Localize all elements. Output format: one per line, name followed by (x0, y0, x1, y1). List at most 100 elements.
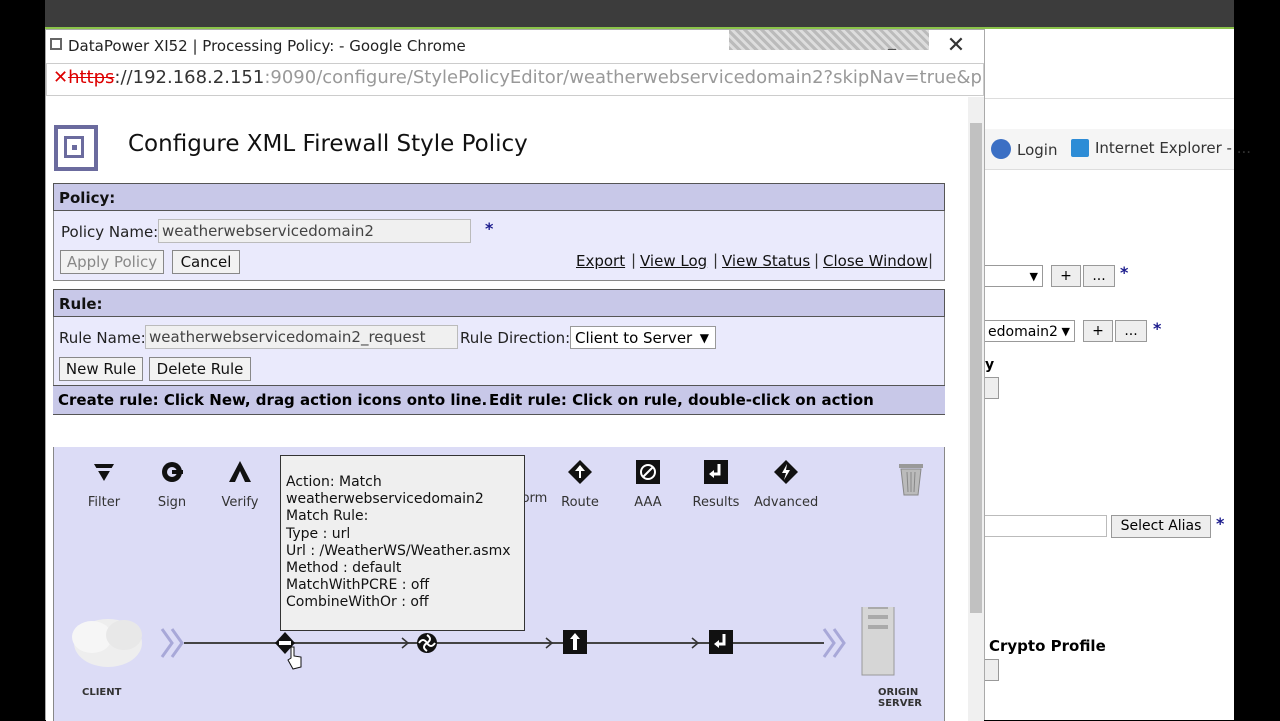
select-alias-button[interactable]: Select Alias (1111, 515, 1211, 538)
apply-policy-button[interactable]: Apply Policy (60, 250, 164, 274)
bookmarks-bar: Login Internet Explorer - ... (983, 129, 1251, 170)
view-log-link[interactable]: View Log (640, 252, 707, 270)
trash-icon[interactable] (896, 461, 926, 497)
verify-icon (229, 461, 251, 482)
tooltip-line: MatchWithPCRE : off (286, 577, 430, 594)
dropdown-arrow-icon: ▼ (1061, 325, 1070, 338)
address-bar[interactable]: ✕https://192.168.2.151:9090/configure/St… (46, 63, 984, 96)
minimize-icon[interactable]: _ (888, 33, 902, 50)
close-window-link[interactable]: Close Window (823, 252, 928, 270)
rule-name-field[interactable]: weatherwebservicedomain2_request (145, 325, 458, 349)
partial-label: y (985, 357, 995, 373)
background-add-button-1[interactable]: + (1051, 265, 1081, 287)
bookmark-ie[interactable]: Internet Explorer - ... (1071, 139, 1251, 157)
required-star: * (485, 219, 494, 238)
rule-canvas[interactable]: Filter Sign Verify form Route AAA Result… (53, 447, 945, 721)
page-content: Configure XML Firewall Style Policy Poli… (46, 97, 968, 721)
background-address-bar (983, 62, 1234, 99)
required-star: * (1216, 514, 1225, 533)
create-rule-hint: Create rule: Click New, drag action icon… (58, 391, 488, 409)
background-window: Login Internet Explorer - ... ▼ + ... * … (983, 29, 1251, 720)
background-edit-button-1[interactable]: ... (1083, 265, 1115, 287)
route-icon (568, 460, 592, 484)
new-rule-button[interactable]: New Rule (59, 357, 143, 381)
rule-section-header: Rule: (53, 289, 945, 317)
tool-advanced[interactable]: Advanced (754, 459, 818, 510)
left-margin (0, 0, 45, 720)
background-select-2[interactable]: edomain2 ▼ (983, 320, 1075, 342)
logo-inner (64, 136, 84, 158)
rule-direction-select[interactable]: Client to Server ▼ (570, 326, 716, 349)
not-secure-icon: ✕ (53, 67, 69, 88)
rule-direction-value: Client to Server (575, 329, 693, 347)
origin-label: ORIGIN (878, 687, 919, 698)
filter-icon (94, 464, 114, 481)
separator: | (713, 251, 719, 269)
logo-dot (72, 145, 77, 150)
datapower-logo-icon (54, 125, 98, 171)
tooltip-line: Match Rule: (286, 508, 369, 525)
window-title: DataPower XI52 | Processing Policy: - Go… (68, 37, 466, 55)
popup-window: DataPower XI52 | Processing Policy: - Go… (45, 29, 985, 721)
transform-action-icon[interactable] (415, 631, 439, 655)
tool-label: Verify (221, 495, 259, 510)
windows-icon (1071, 139, 1089, 157)
aaa-icon (636, 460, 660, 484)
edit-rule-hint: Edit rule: Click on rule, double-click o… (489, 391, 874, 409)
required-star: * (1120, 263, 1129, 282)
close-icon[interactable]: ✕ (942, 32, 970, 60)
tool-route[interactable]: Route (550, 459, 610, 510)
route-action-icon[interactable] (562, 629, 588, 655)
view-status-link[interactable]: View Status (722, 252, 810, 270)
crypto-profile-label: Crypto Profile (989, 637, 1106, 655)
tooltip-line: Method : default (286, 560, 402, 577)
tooltip-line: Action: Match (286, 474, 382, 490)
background-edit-button-2[interactable]: ... (1115, 320, 1147, 342)
policy-section-header: Policy: (53, 183, 945, 211)
partial-button-2[interactable] (983, 659, 999, 681)
server-label: SERVER (878, 698, 923, 709)
advanced-icon (774, 460, 798, 484)
tool-label: Route (561, 495, 599, 510)
separator: | (928, 251, 934, 269)
login-icon (991, 139, 1011, 159)
dropdown-arrow-icon: ▼ (1029, 270, 1038, 283)
policy-name-field[interactable]: weatherwebservicedomain2 (158, 219, 471, 243)
tooltip-line: Type : url (286, 525, 351, 542)
tooltip-line: Url : /WeatherWS/Weather.asmx (286, 542, 511, 559)
partial-button[interactable] (983, 377, 999, 399)
bookmark-login[interactable]: Login (991, 139, 1057, 159)
rule-section-body: Rule Name: weatherwebservicedomain2_requ… (53, 317, 945, 415)
tooltip-line: CombineWithOr : off (286, 594, 429, 611)
bookmark-login-label: Login (1017, 141, 1058, 159)
url-port: :9090 (264, 67, 317, 88)
url-path: /configure/StylePolicyEditor/weatherwebs… (316, 67, 984, 88)
scrollbar-thumb[interactable] (970, 123, 982, 613)
rule-direction-label: Rule Direction: (460, 329, 571, 347)
tool-filter[interactable]: Filter (74, 459, 134, 510)
rule-name-label: Rule Name: (59, 329, 146, 347)
page-title: Configure XML Firewall Style Policy (128, 131, 528, 157)
title-bar: DataPower XI52 | Processing Policy: - Go… (46, 30, 984, 62)
background-select-1[interactable]: ▼ (983, 265, 1043, 287)
vertical-scrollbar[interactable] (968, 97, 984, 721)
tool-label: AAA (634, 495, 662, 510)
delete-rule-button[interactable]: Delete Rule (149, 357, 251, 381)
tool-aaa[interactable]: AAA (618, 459, 678, 510)
cancel-button[interactable]: Cancel (172, 250, 240, 274)
export-link[interactable]: Export (576, 252, 625, 270)
sign-icon (162, 462, 183, 482)
tooltip-line: weatherwebservicedomain2 (286, 491, 484, 508)
results-action-icon[interactable] (708, 629, 734, 655)
background-add-button-2[interactable]: + (1083, 320, 1113, 342)
action-tooltip: Action: Match weatherwebservicedomain2 M… (280, 455, 525, 631)
rule-hint-bar: Create rule: Click New, drag action icon… (53, 385, 945, 415)
tool-results[interactable]: Results (686, 459, 746, 510)
tool-label: Results (692, 495, 740, 510)
alias-input[interactable] (983, 515, 1107, 537)
url-scheme: https (68, 67, 115, 88)
tool-sign[interactable]: Sign (142, 459, 202, 510)
policy-name-label: Policy Name: (61, 223, 159, 241)
desktop-top-bar (45, 0, 1234, 28)
tool-verify[interactable]: Verify (210, 459, 270, 510)
